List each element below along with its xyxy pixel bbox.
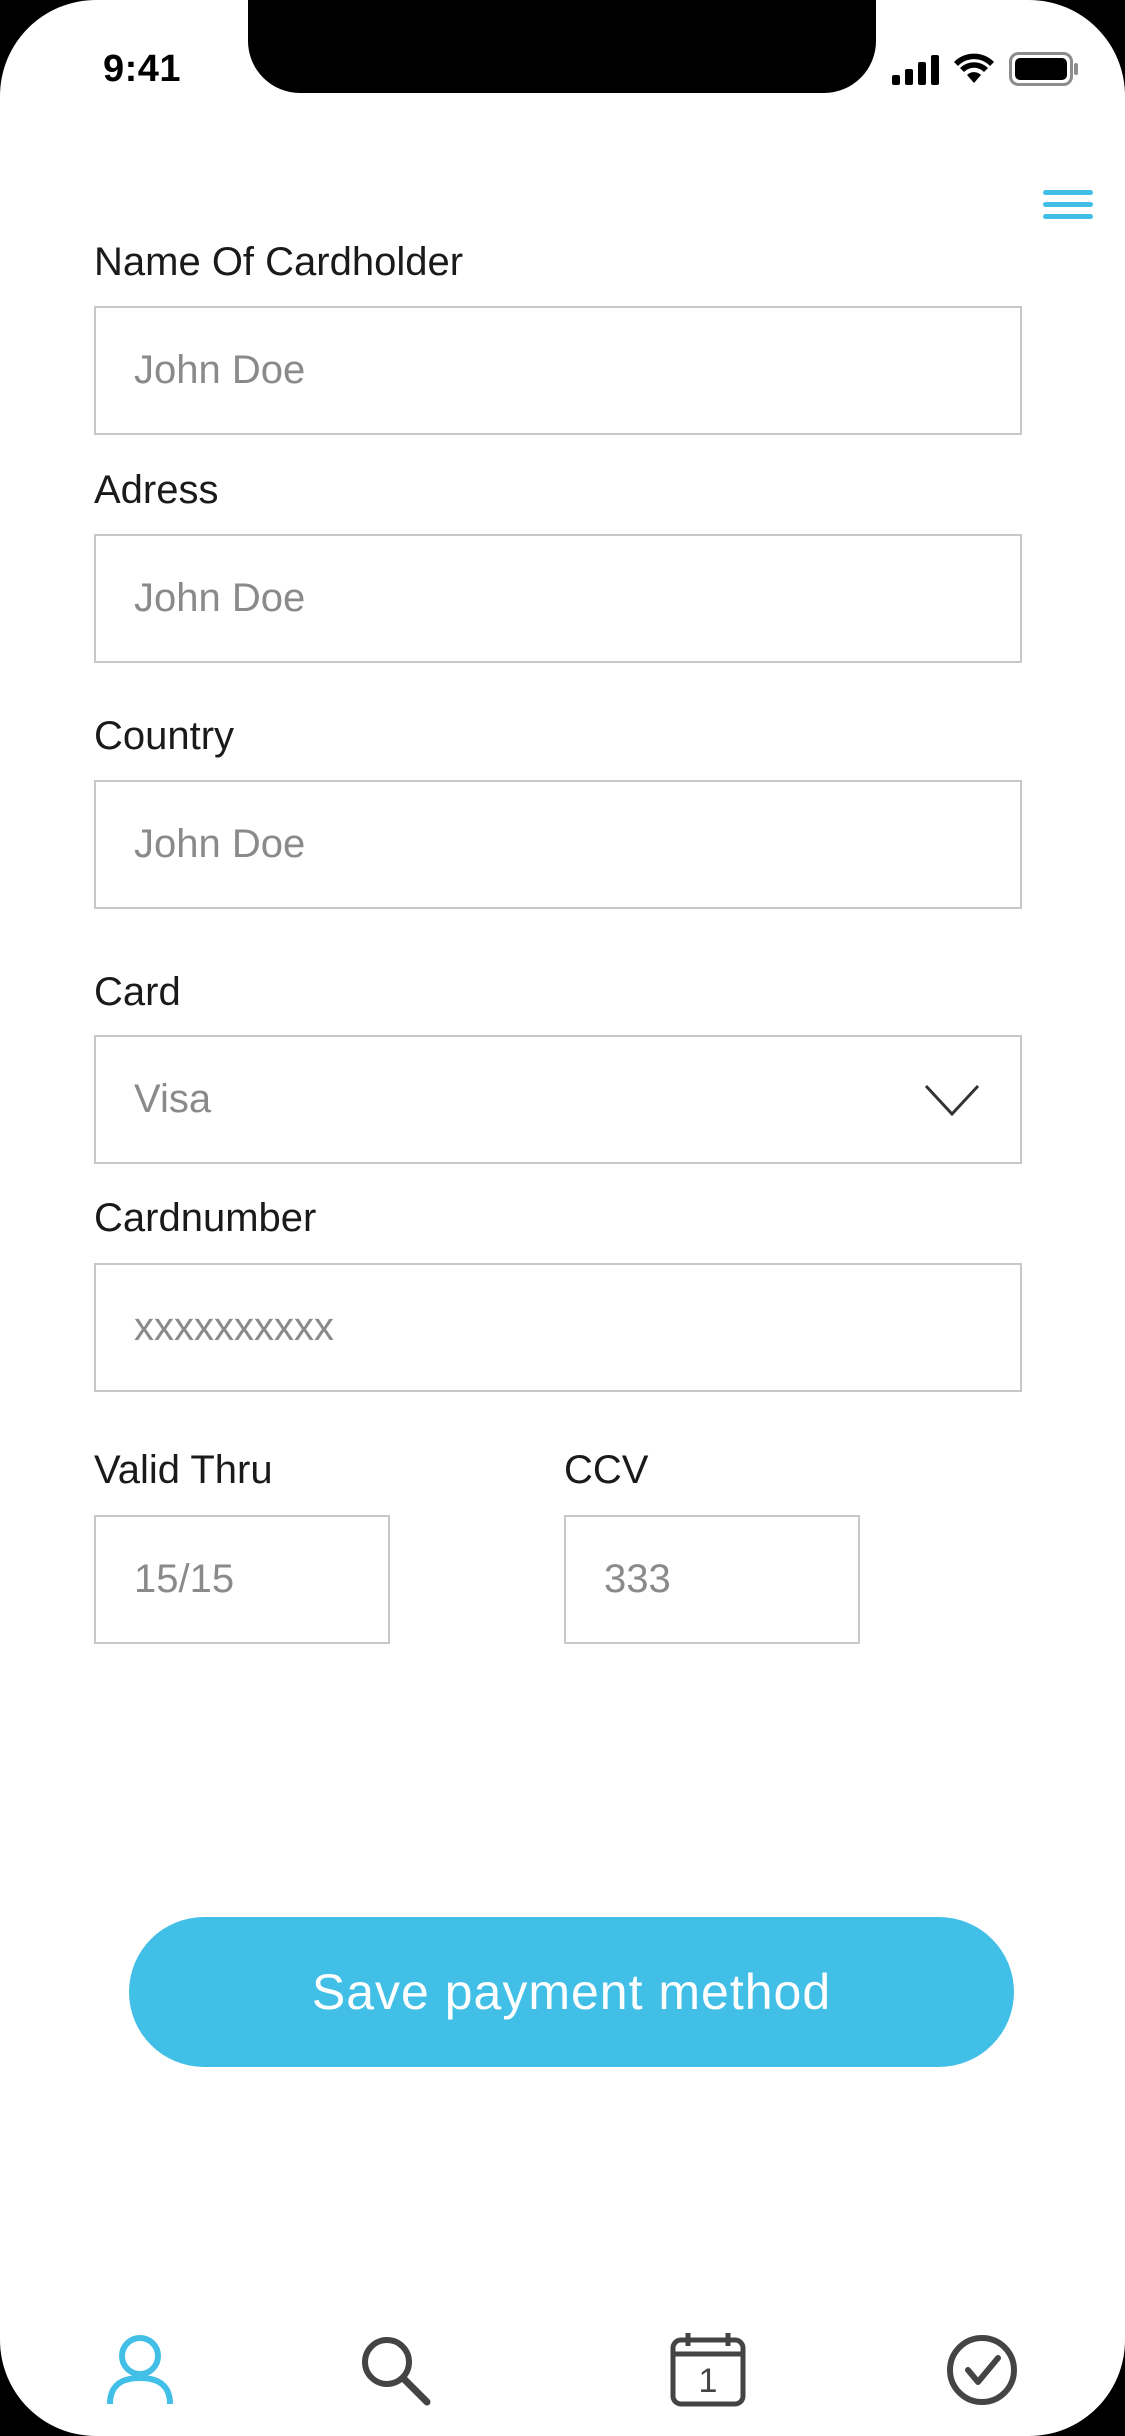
- phone-screen: 9:41 Name Of Cardholder John Doe Adress …: [0, 0, 1125, 2436]
- cardnumber-placeholder: xxxxxxxxxx: [134, 1305, 334, 1349]
- ccv-label: CCV: [564, 1448, 649, 1492]
- tab-bar: 1: [0, 2330, 1125, 2436]
- tab-calendar[interactable]: 1: [668, 2330, 748, 2410]
- notch: [248, 0, 876, 93]
- card-selected-value: Visa: [134, 1077, 212, 1121]
- address-placeholder: John Doe: [134, 576, 306, 620]
- valid-thru-placeholder: 15/15: [134, 1557, 235, 1601]
- profile-icon: [107, 2335, 173, 2405]
- calendar-badge: 1: [699, 2362, 718, 2400]
- cardnumber-label: Cardnumber: [94, 1196, 317, 1240]
- search-icon: [362, 2337, 431, 2406]
- cardnumber-input[interactable]: xxxxxxxxxx: [94, 1263, 1022, 1392]
- valid-thru-label: Valid Thru: [94, 1448, 273, 1492]
- hamburger-menu-icon[interactable]: [1043, 190, 1093, 222]
- address-input[interactable]: John Doe: [94, 534, 1022, 663]
- tab-done[interactable]: [942, 2330, 1022, 2410]
- country-label: Country: [94, 714, 235, 758]
- tab-search[interactable]: [355, 2330, 435, 2410]
- calendar-icon: 1: [670, 2333, 746, 2407]
- status-time: 9:41: [103, 48, 182, 90]
- checkmark-circle-icon: [947, 2335, 1017, 2405]
- wifi-icon: [954, 53, 994, 83]
- tab-profile[interactable]: [100, 2330, 180, 2410]
- country-input[interactable]: John Doe: [94, 780, 1022, 909]
- ccv-input[interactable]: 333: [564, 1515, 860, 1644]
- country-placeholder: John Doe: [134, 822, 306, 866]
- cellular-signal-icon: [892, 53, 939, 85]
- battery-icon: [1009, 52, 1078, 86]
- chevron-down-icon: [924, 1084, 980, 1116]
- cardholder-placeholder: John Doe: [134, 348, 306, 392]
- card-select[interactable]: Visa: [94, 1035, 1022, 1164]
- cardholder-input[interactable]: John Doe: [94, 306, 1022, 435]
- status-icons: [892, 52, 1079, 86]
- cardholder-label: Name Of Cardholder: [94, 240, 464, 284]
- address-label: Adress: [94, 468, 219, 512]
- ccv-placeholder: 333: [604, 1557, 671, 1601]
- save-payment-method-button[interactable]: Save payment method: [129, 1917, 1014, 2067]
- card-label: Card: [94, 970, 181, 1014]
- valid-thru-input[interactable]: 15/15: [94, 1515, 390, 1644]
